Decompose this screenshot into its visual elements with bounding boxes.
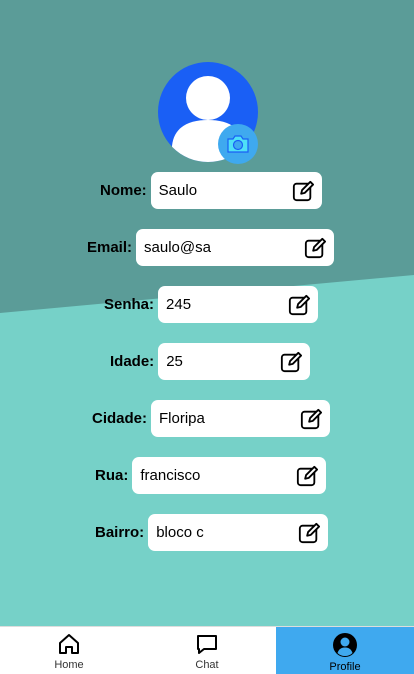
tab-chat[interactable]: Chat: [138, 627, 276, 674]
camera-icon: [227, 135, 249, 153]
senha-label: Senha:: [104, 296, 155, 313]
bairro-value[interactable]: bloco c: [156, 524, 298, 541]
bairro-label: Bairro:: [95, 524, 145, 541]
camera-button[interactable]: [218, 124, 258, 164]
field-row-cidade: Cidade: Floripa: [92, 400, 331, 437]
rua-label: Rua:: [95, 467, 129, 484]
edit-icon[interactable]: [292, 180, 314, 202]
edit-icon[interactable]: [288, 294, 311, 316]
idade-label: Idade:: [110, 353, 155, 370]
nome-label: Nome:: [100, 182, 147, 199]
chat-icon: [197, 635, 217, 654]
idade-value[interactable]: 25: [166, 353, 280, 370]
tab-chat-label: Chat: [195, 659, 219, 671]
senha-field[interactable]: 245: [158, 286, 319, 323]
nome-value[interactable]: Saulo: [159, 182, 292, 199]
field-row-rua: Rua: francisco: [95, 457, 327, 494]
rua-field[interactable]: francisco: [132, 457, 327, 494]
nome-field[interactable]: Saulo: [150, 172, 322, 209]
cidade-label: Cidade:: [92, 410, 148, 427]
field-row-idade: Idade: 25: [110, 343, 311, 380]
field-row-bairro: Bairro: bloco c: [95, 514, 329, 551]
field-row-email: Email: saulo@sa: [87, 229, 335, 266]
home-icon: [59, 634, 79, 654]
bairro-field[interactable]: bloco c: [148, 514, 329, 551]
email-field[interactable]: saulo@sa: [136, 229, 335, 266]
email-label: Email:: [87, 239, 133, 256]
bottom-tab-bar: Home Chat Profile: [0, 626, 414, 674]
tab-home[interactable]: Home: [0, 627, 138, 674]
profile-icon: [333, 633, 357, 657]
field-row-nome: Nome: Saulo: [100, 172, 322, 209]
edit-icon[interactable]: [296, 465, 319, 487]
tab-home-label: Home: [54, 659, 84, 671]
rua-value[interactable]: francisco: [140, 467, 296, 484]
edit-icon[interactable]: [280, 351, 303, 373]
field-row-senha: Senha: 245: [104, 286, 319, 323]
profile-avatar[interactable]: [158, 62, 258, 164]
cidade-value[interactable]: Floripa: [159, 410, 300, 427]
tab-profile[interactable]: Profile: [276, 627, 414, 674]
email-value[interactable]: saulo@sa: [144, 239, 304, 256]
senha-value[interactable]: 245: [166, 296, 288, 313]
edit-icon[interactable]: [304, 237, 327, 259]
edit-icon[interactable]: [300, 408, 323, 430]
tab-profile-label: Profile: [329, 661, 361, 673]
cidade-field[interactable]: Floripa: [151, 400, 331, 437]
idade-field[interactable]: 25: [158, 343, 311, 380]
edit-icon[interactable]: [298, 522, 321, 544]
